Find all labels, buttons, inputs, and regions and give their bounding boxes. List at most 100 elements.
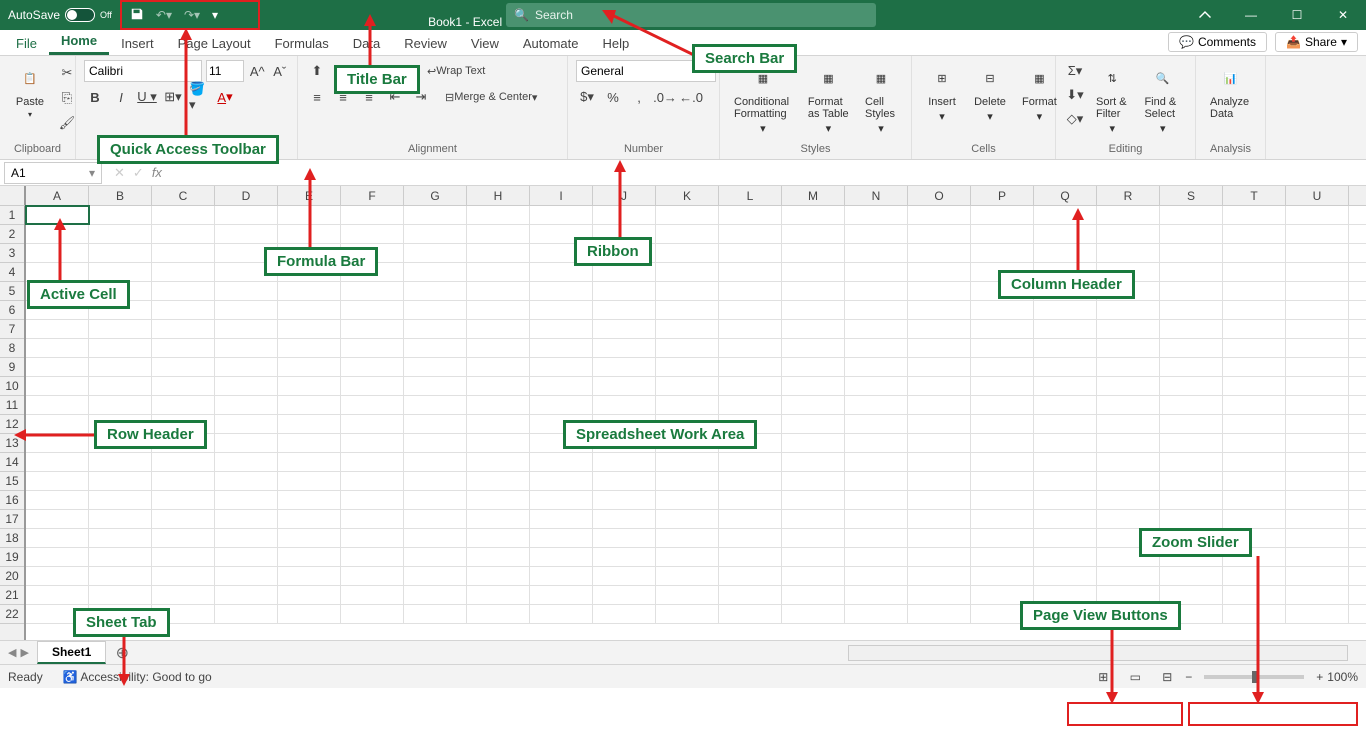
tab-formulas[interactable]: Formulas: [263, 32, 341, 55]
cell[interactable]: [530, 396, 593, 414]
cell[interactable]: [593, 206, 656, 224]
cell[interactable]: [845, 605, 908, 623]
cell[interactable]: [1286, 415, 1349, 433]
cell[interactable]: [1034, 206, 1097, 224]
cell[interactable]: [467, 377, 530, 395]
column-header-P[interactable]: P: [971, 186, 1034, 205]
cell[interactable]: [782, 510, 845, 528]
column-header-H[interactable]: H: [467, 186, 530, 205]
cell[interactable]: [782, 548, 845, 566]
cell[interactable]: [719, 472, 782, 490]
cell[interactable]: [278, 548, 341, 566]
column-header-G[interactable]: G: [404, 186, 467, 205]
cell[interactable]: [1097, 491, 1160, 509]
cell[interactable]: [719, 529, 782, 547]
cell[interactable]: [404, 320, 467, 338]
cell[interactable]: [278, 225, 341, 243]
cell[interactable]: [1034, 415, 1097, 433]
fill-icon[interactable]: ⬇▾: [1064, 84, 1086, 106]
cell[interactable]: [26, 510, 89, 528]
row-header-13[interactable]: 13: [0, 434, 24, 453]
cell[interactable]: [1097, 206, 1160, 224]
cell[interactable]: [1286, 586, 1349, 604]
cell[interactable]: [908, 339, 971, 357]
cell[interactable]: [1286, 263, 1349, 281]
cell[interactable]: [1034, 434, 1097, 452]
accessibility-status[interactable]: ♿ Accessibility: Good to go: [63, 670, 212, 684]
cell[interactable]: [404, 225, 467, 243]
cell[interactable]: [1034, 510, 1097, 528]
cell[interactable]: [26, 453, 89, 471]
cell[interactable]: [530, 358, 593, 376]
cell[interactable]: [404, 377, 467, 395]
search-box[interactable]: 🔍 Search: [506, 3, 876, 27]
cell[interactable]: [1097, 510, 1160, 528]
cell[interactable]: [152, 453, 215, 471]
cell[interactable]: [341, 434, 404, 452]
cell[interactable]: [89, 567, 152, 585]
cell[interactable]: [656, 529, 719, 547]
cell[interactable]: [656, 396, 719, 414]
cell[interactable]: [719, 301, 782, 319]
cell[interactable]: [278, 396, 341, 414]
cell[interactable]: [1160, 301, 1223, 319]
cell[interactable]: [26, 491, 89, 509]
redo-icon[interactable]: ↷▾: [184, 8, 200, 22]
cell[interactable]: [26, 263, 89, 281]
cell[interactable]: [341, 282, 404, 300]
cell[interactable]: [89, 225, 152, 243]
cell[interactable]: [719, 491, 782, 509]
cell[interactable]: [656, 548, 719, 566]
column-header-S[interactable]: S: [1160, 186, 1223, 205]
cell[interactable]: [152, 377, 215, 395]
cell[interactable]: [1160, 358, 1223, 376]
cell[interactable]: [1286, 529, 1349, 547]
cell[interactable]: [908, 472, 971, 490]
row-header-14[interactable]: 14: [0, 453, 24, 472]
cell[interactable]: [1034, 567, 1097, 585]
cell[interactable]: [1160, 396, 1223, 414]
cell[interactable]: [215, 377, 278, 395]
tab-page-layout[interactable]: Page Layout: [166, 32, 263, 55]
cell[interactable]: [656, 282, 719, 300]
cell[interactable]: [278, 415, 341, 433]
cell[interactable]: [404, 301, 467, 319]
cancel-formula-icon[interactable]: ✕: [114, 165, 125, 181]
cell[interactable]: [656, 244, 719, 262]
cell[interactable]: [593, 605, 656, 623]
cell[interactable]: [404, 434, 467, 452]
cell[interactable]: [404, 510, 467, 528]
cell[interactable]: [89, 377, 152, 395]
format-as-table-button[interactable]: ▦Format as Table▾: [802, 60, 855, 137]
cell[interactable]: [1034, 453, 1097, 471]
cell[interactable]: [1160, 206, 1223, 224]
cell[interactable]: [1160, 244, 1223, 262]
currency-icon[interactable]: $▾: [576, 86, 598, 108]
cell[interactable]: [1286, 377, 1349, 395]
row-headers[interactable]: 12345678910111213141516171819202122: [0, 206, 26, 640]
copy-icon[interactable]: ⎘: [56, 87, 78, 109]
cell[interactable]: [656, 605, 719, 623]
cell[interactable]: [467, 586, 530, 604]
cell[interactable]: [467, 434, 530, 452]
cell[interactable]: [593, 510, 656, 528]
cell[interactable]: [1223, 415, 1286, 433]
cell[interactable]: [341, 358, 404, 376]
cell[interactable]: [215, 320, 278, 338]
cell[interactable]: [1160, 434, 1223, 452]
cell[interactable]: [467, 453, 530, 471]
cell[interactable]: [908, 396, 971, 414]
cell[interactable]: [26, 339, 89, 357]
sheet-nav-next-icon[interactable]: ▶: [20, 646, 28, 659]
cell[interactable]: [1097, 415, 1160, 433]
cell[interactable]: [89, 472, 152, 490]
cell[interactable]: [341, 529, 404, 547]
merge-center-button[interactable]: ⊟ Merge & Center ▾: [444, 86, 538, 108]
cell[interactable]: [26, 472, 89, 490]
column-header-K[interactable]: K: [656, 186, 719, 205]
cell[interactable]: [656, 263, 719, 281]
cell[interactable]: [719, 605, 782, 623]
tab-insert[interactable]: Insert: [109, 32, 166, 55]
font-name-select[interactable]: [84, 60, 202, 82]
cell[interactable]: [1223, 605, 1286, 623]
